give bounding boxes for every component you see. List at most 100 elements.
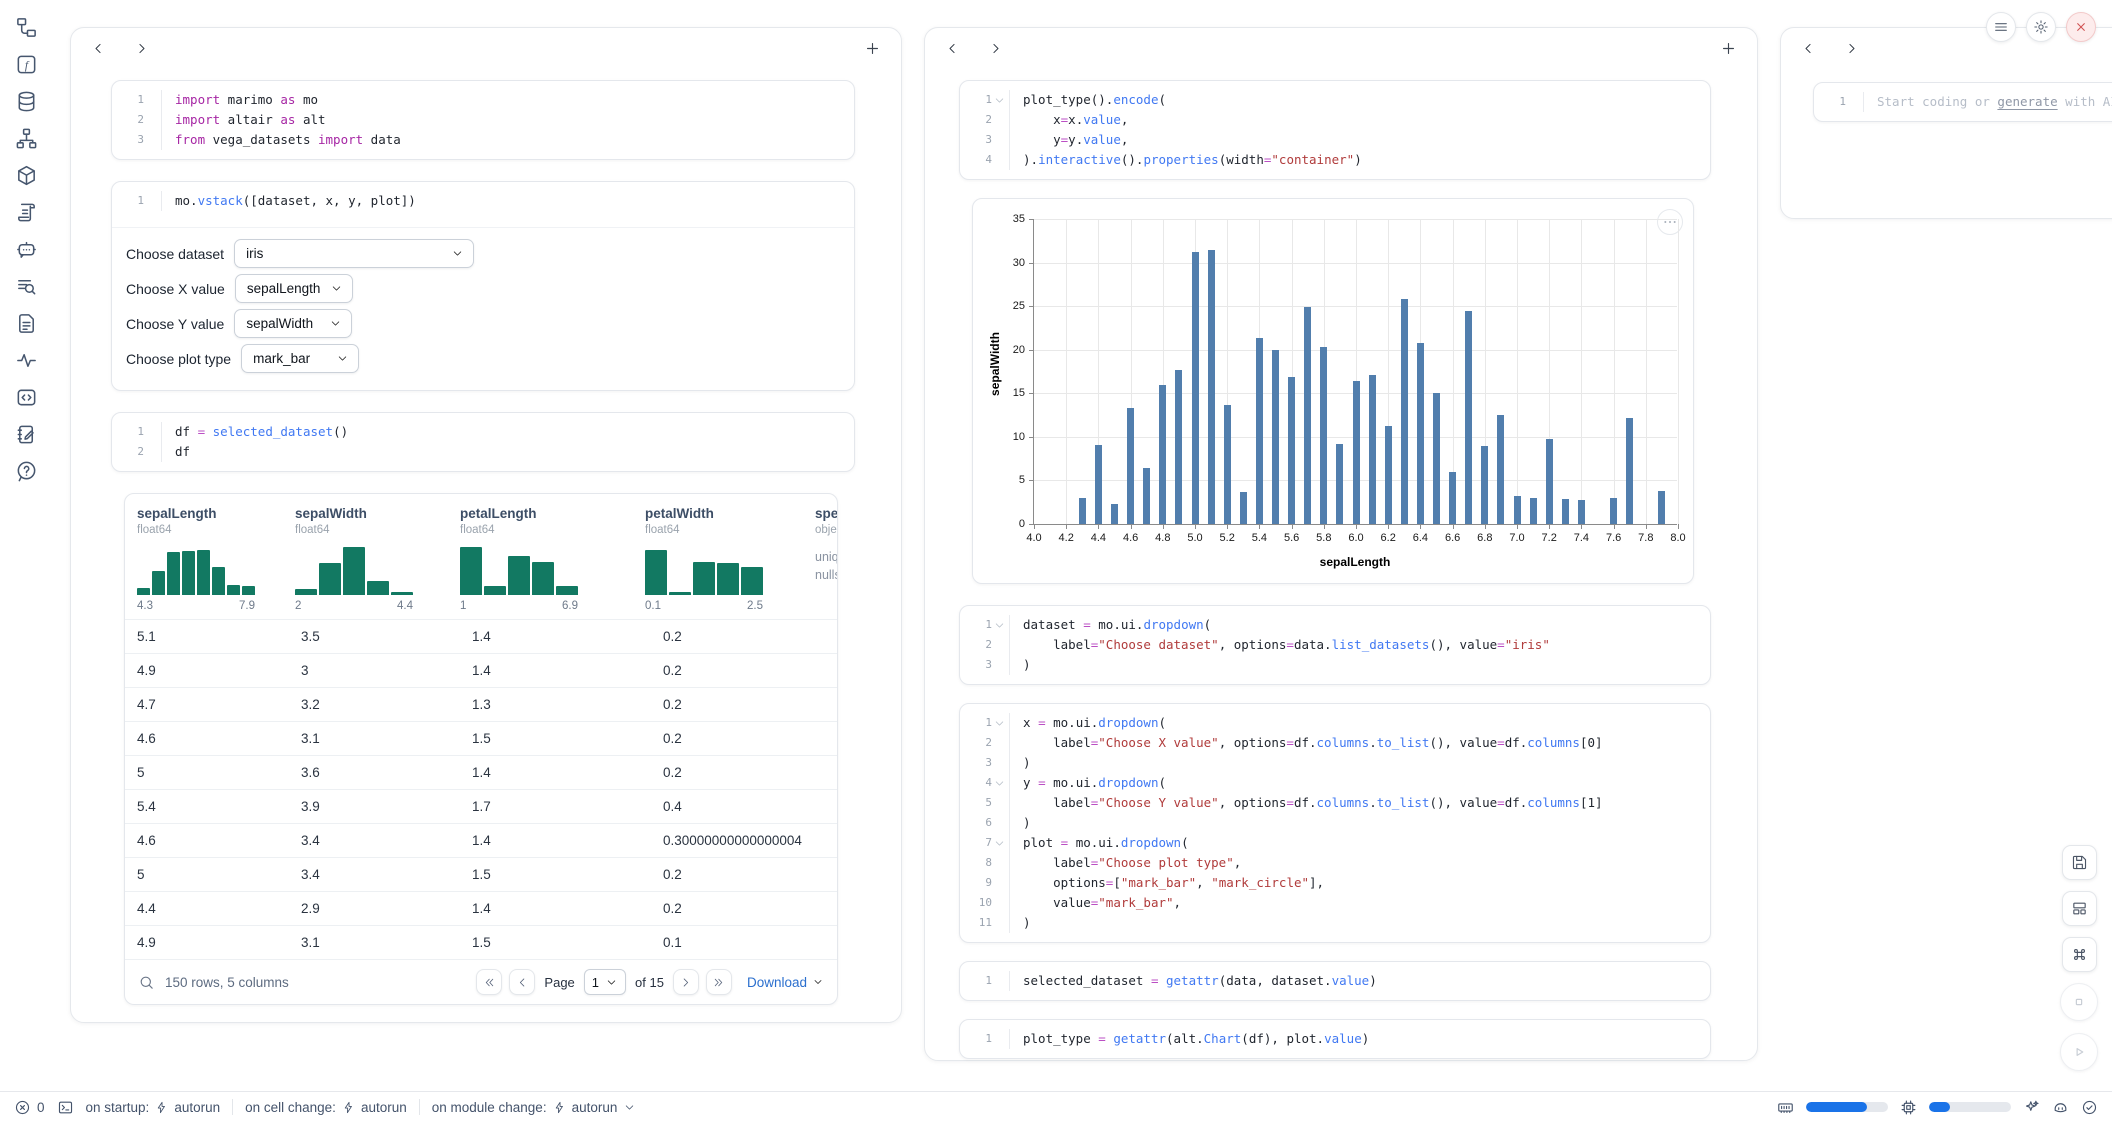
x-tick-label: 6.0: [1348, 532, 1363, 544]
table-cell: 4.6: [137, 731, 301, 746]
code-line: 1plot_type = getattr(alt.Chart(df), plot…: [960, 1029, 1710, 1049]
previous-page-button[interactable]: [509, 969, 535, 995]
code-editor[interactable]: 1x = mo.ui.dropdown(2 label="Choose X va…: [960, 704, 1710, 942]
column-collapse-left-button[interactable]: [945, 41, 960, 56]
column-collapse-left-button[interactable]: [91, 41, 106, 56]
selected-value: sepalLength: [247, 281, 321, 296]
y-tick-label: 5: [1019, 474, 1025, 486]
chart-bar: [1208, 250, 1215, 524]
table-summary: 150 rows, 5 columns: [165, 975, 289, 990]
on-module-change-toggle[interactable]: on module change: autorun: [432, 1100, 637, 1115]
column-collapse-right-button[interactable]: [1844, 41, 1859, 56]
code-editor[interactable]: 1Start coding or generate with AI.: [1814, 83, 2112, 121]
column-collapse-right-button[interactable]: [134, 41, 149, 56]
code-line: 3): [960, 753, 1710, 773]
errors-indicator[interactable]: 0: [14, 1099, 45, 1116]
sidebar-help-button[interactable]: [15, 460, 38, 483]
choose-x-value-row: Choose X valuesepalLength: [112, 271, 854, 306]
sidebar-tracing-button[interactable]: [15, 349, 38, 372]
code-editor[interactable]: 1df = selected_dataset()2df: [112, 413, 854, 471]
layout-toggle-button[interactable]: [2062, 891, 2097, 926]
next-page-button[interactable]: [673, 969, 699, 995]
fold-toggle-icon[interactable]: [993, 837, 1006, 850]
terminal-button[interactable]: [57, 1099, 74, 1116]
last-page-button[interactable]: [706, 969, 732, 995]
sidebar-variables-button[interactable]: f: [15, 53, 38, 76]
shutdown-button[interactable]: [2066, 12, 2096, 42]
save-button[interactable]: [2062, 845, 2097, 880]
table-cell: 1.5: [472, 731, 663, 746]
chart-bar: [1240, 492, 1247, 524]
interrupt-button[interactable]: [2060, 983, 2098, 1021]
window-controls: [1986, 12, 2096, 42]
fold-toggle-icon[interactable]: [993, 619, 1006, 632]
download-button[interactable]: Download: [747, 975, 824, 990]
chart-bar: [1336, 444, 1343, 524]
search-icon: [138, 974, 155, 991]
copilot-button[interactable]: [2052, 1099, 2069, 1116]
table-search-button[interactable]: [138, 974, 155, 991]
chart-bar: [1353, 381, 1360, 524]
run-all-button[interactable]: [2060, 1033, 2098, 1071]
choose-x-value-select[interactable]: sepalLength: [235, 274, 354, 303]
chart-bar: [1385, 426, 1392, 524]
chart-bar: [1562, 499, 1569, 524]
chart-bar: [1175, 370, 1182, 524]
settings-button[interactable]: [2026, 12, 2056, 42]
sidebar-scratchpad-button[interactable]: [15, 201, 38, 224]
chart-bar: [1610, 498, 1617, 524]
code-editor[interactable]: 1plot_type = getattr(alt.Chart(df), plot…: [960, 1020, 1710, 1058]
sidebar-file-tree-button[interactable]: [15, 16, 38, 39]
status-bar: 0 on startup: autorun on cell change: au…: [0, 1091, 2112, 1122]
x-tick-label: 4.8: [1155, 532, 1170, 544]
sidebar-snippets-button[interactable]: [15, 386, 38, 409]
sidebar-logs-button[interactable]: [15, 275, 38, 298]
sidebar-packages-button[interactable]: [15, 164, 38, 187]
column-collapse-right-button[interactable]: [988, 41, 1003, 56]
keyboard-shortcuts-button[interactable]: [2062, 937, 2097, 972]
fold-toggle-icon[interactable]: [993, 94, 1006, 107]
code-editor[interactable]: 1selected_dataset = getattr(data, datase…: [960, 962, 1710, 1000]
fold-toggle-icon[interactable]: [993, 777, 1006, 790]
table-cell: 4.6: [137, 833, 301, 848]
table-cell: 0.2: [663, 731, 838, 746]
add-cell-button[interactable]: [864, 40, 881, 57]
packages-icon: [15, 164, 38, 187]
code-editor[interactable]: 1mo.vstack([dataset, x, y, plot]): [112, 182, 854, 220]
column-dtype: float64: [295, 524, 460, 536]
connection-status-button[interactable]: [2081, 1099, 2098, 1116]
chart-bar: [1224, 405, 1231, 524]
column-header-sepallength: sepalLengthfloat644.37.9: [137, 506, 295, 619]
first-page-button[interactable]: [476, 969, 502, 995]
x-tick-label: 6.8: [1477, 532, 1492, 544]
plot-area[interactable]: 051015202530354.04.24.44.64.85.05.25.45.…: [1033, 219, 1677, 525]
choose-dataset-select[interactable]: iris: [234, 239, 474, 268]
table-cell: 0.1: [663, 935, 838, 950]
choose-y-value-select[interactable]: sepalWidth: [234, 309, 352, 338]
code-editor[interactable]: 1import marimo as mo2import altair as al…: [112, 81, 854, 159]
table-cell: 1.7: [472, 799, 663, 814]
table-row: 53.61.40.2setosa: [125, 755, 837, 789]
page-select[interactable]: 1: [584, 969, 626, 995]
notebook-menu-button[interactable]: [1986, 12, 2016, 42]
on-cell-change-toggle[interactable]: on cell change: autorun: [245, 1100, 407, 1115]
sidebar-dependency-graph-button[interactable]: [15, 127, 38, 150]
fold-toggle-icon[interactable]: [993, 717, 1006, 730]
chevron-down-icon: [336, 352, 349, 365]
on-startup-toggle[interactable]: on startup: autorun: [86, 1100, 221, 1115]
sidebar-documentation-button[interactable]: [15, 312, 38, 335]
chevron-left-icon: [1801, 41, 1816, 56]
column-dtype: float64: [460, 524, 645, 536]
table-cell: 3.1: [301, 935, 472, 950]
column-collapse-left-button[interactable]: [1801, 41, 1816, 56]
code-editor[interactable]: 1dataset = mo.ui.dropdown(2 label="Choos…: [960, 606, 1710, 684]
chevron-down-icon: [605, 976, 618, 989]
sidebar-data-sources-button[interactable]: [15, 90, 38, 113]
sidebar-chat-button[interactable]: [15, 238, 38, 261]
sidebar-notebook-button[interactable]: [15, 423, 38, 446]
code-editor[interactable]: 1plot_type().encode(2 x=x.value,3 y=y.va…: [960, 81, 1710, 179]
choose-plot-type-select[interactable]: mark_bar: [241, 344, 359, 373]
add-cell-button[interactable]: [1720, 40, 1737, 57]
histogram-bar: [717, 563, 739, 595]
ai-assistant-button[interactable]: [2023, 1099, 2040, 1116]
